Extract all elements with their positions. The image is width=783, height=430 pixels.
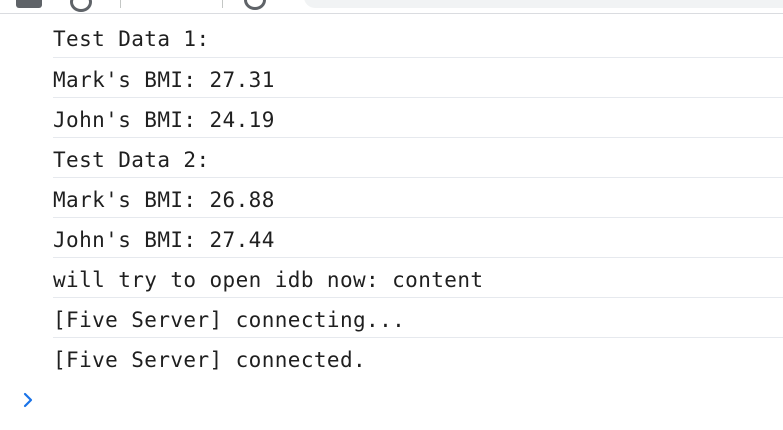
console-message: [Five Server] connected. (53, 338, 783, 378)
console-message-text: Test Data 1: (53, 27, 210, 51)
clear-console-icon[interactable] (70, 0, 92, 12)
console-message-text: John's BMI: 27.44 (53, 228, 275, 252)
console-message: Mark's BMI: 27.31 (53, 58, 783, 98)
console-message: Test Data 1: (53, 14, 783, 58)
console-message: [Five Server] connecting... (53, 298, 783, 338)
console-message-text: will try to open idb now: content (53, 268, 484, 292)
console-message-text: Mark's BMI: 26.88 (53, 188, 275, 212)
console-message: Test Data 2: (53, 138, 783, 178)
console-message-text: [Five Server] connected. (53, 348, 367, 372)
console-message-text: Test Data 2: (53, 148, 210, 172)
context-dropdown[interactable] (150, 0, 220, 6)
console-message: John's BMI: 24.19 (53, 98, 783, 138)
toolbar-divider (120, 0, 121, 8)
console-message-text: Mark's BMI: 27.31 (53, 68, 275, 92)
console-message: John's BMI: 27.44 (53, 218, 783, 258)
toolbar-divider (222, 0, 223, 8)
chevron-right-icon (23, 392, 33, 408)
console-prompt[interactable] (18, 390, 38, 410)
console-messages: Test Data 1: Mark's BMI: 27.31 John's BM… (0, 14, 783, 378)
console-message: Mark's BMI: 26.88 (53, 178, 783, 218)
filter-input[interactable] (304, 0, 783, 8)
console-message-text: John's BMI: 24.19 (53, 108, 275, 132)
console-toolbar (0, 0, 783, 14)
settings-icon[interactable] (244, 0, 266, 10)
console-message-text: [Five Server] connecting... (53, 308, 406, 332)
console-message: will try to open idb now: content (53, 258, 783, 298)
menu-icon[interactable] (16, 0, 42, 8)
